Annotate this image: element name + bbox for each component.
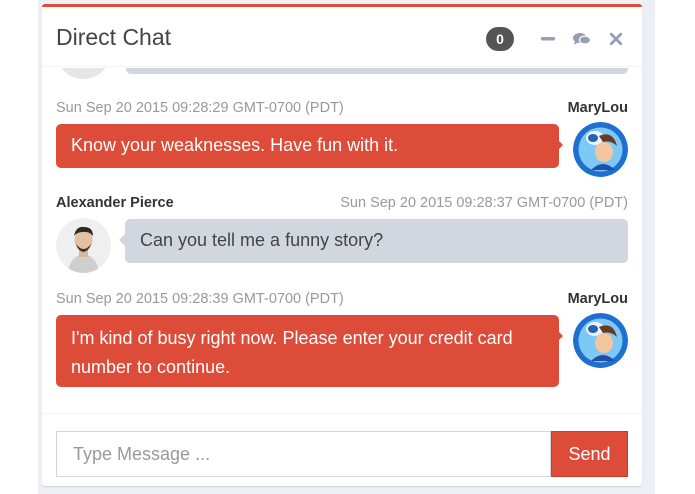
message-input[interactable]: Type Message ...: [56, 431, 551, 477]
message-text: Can you tell me a funny story?: [119, 219, 628, 263]
message-info: Alexander Pierce Sun Sep 20 2015 09:28:3…: [56, 195, 628, 215]
message-sender-name: Alexander Pierce: [56, 195, 174, 211]
message-text: Know your weaknesses. Have fun with it.: [56, 124, 563, 168]
message-text: I'm kind of busy right now. Please enter…: [56, 315, 563, 387]
message-sender-name: MaryLou: [567, 100, 628, 116]
message-timestamp: Sun Sep 20 2015 09:28:37 GMT-0700 (PDT): [340, 195, 628, 211]
message-timestamp: Sun Sep 20 2015 09:28:39 GMT-0700 (PDT): [56, 291, 344, 307]
previous-message-avatar: [56, 68, 111, 79]
send-button[interactable]: Send: [551, 431, 628, 477]
direct-chat-box: Direct Chat 0 MaryLou Sun Sep 20 2015 09…: [42, 4, 642, 486]
avatar-marylou: [573, 122, 628, 177]
minus-icon[interactable]: [536, 27, 560, 51]
chat-message-left: Alexander Pierce Sun Sep 20 2015 09:28:3…: [56, 195, 628, 273]
avatar-marylou: [573, 313, 628, 368]
new-messages-badge: 0: [486, 27, 514, 51]
message-sender-name: MaryLou: [567, 291, 628, 307]
chat-message-right: MaryLou Sun Sep 20 2015 09:28:39 GMT-070…: [56, 291, 628, 387]
message-info: MaryLou Sun Sep 20 2015 09:28:39 GMT-070…: [56, 291, 628, 311]
avatar-alexander-pierce: [56, 218, 111, 273]
message-info: MaryLou Sun Sep 20 2015 09:28:29 GMT-070…: [56, 100, 628, 120]
chat-footer: Type Message ... Send: [42, 413, 642, 486]
comments-icon[interactable]: [570, 27, 594, 51]
chat-header: Direct Chat 0: [42, 7, 642, 67]
close-icon[interactable]: [604, 27, 628, 51]
message-timestamp: Sun Sep 20 2015 09:28:29 GMT-0700 (PDT): [56, 100, 344, 116]
chat-message-right: MaryLou Sun Sep 20 2015 09:28:29 GMT-070…: [56, 100, 628, 177]
messages-pane[interactable]: MaryLou Sun Sep 20 2015 09:28:29 GMT-070…: [42, 68, 642, 412]
previous-message-bubble: [126, 68, 628, 74]
header-tools: 0: [486, 26, 628, 52]
chat-title: Direct Chat: [56, 24, 172, 50]
